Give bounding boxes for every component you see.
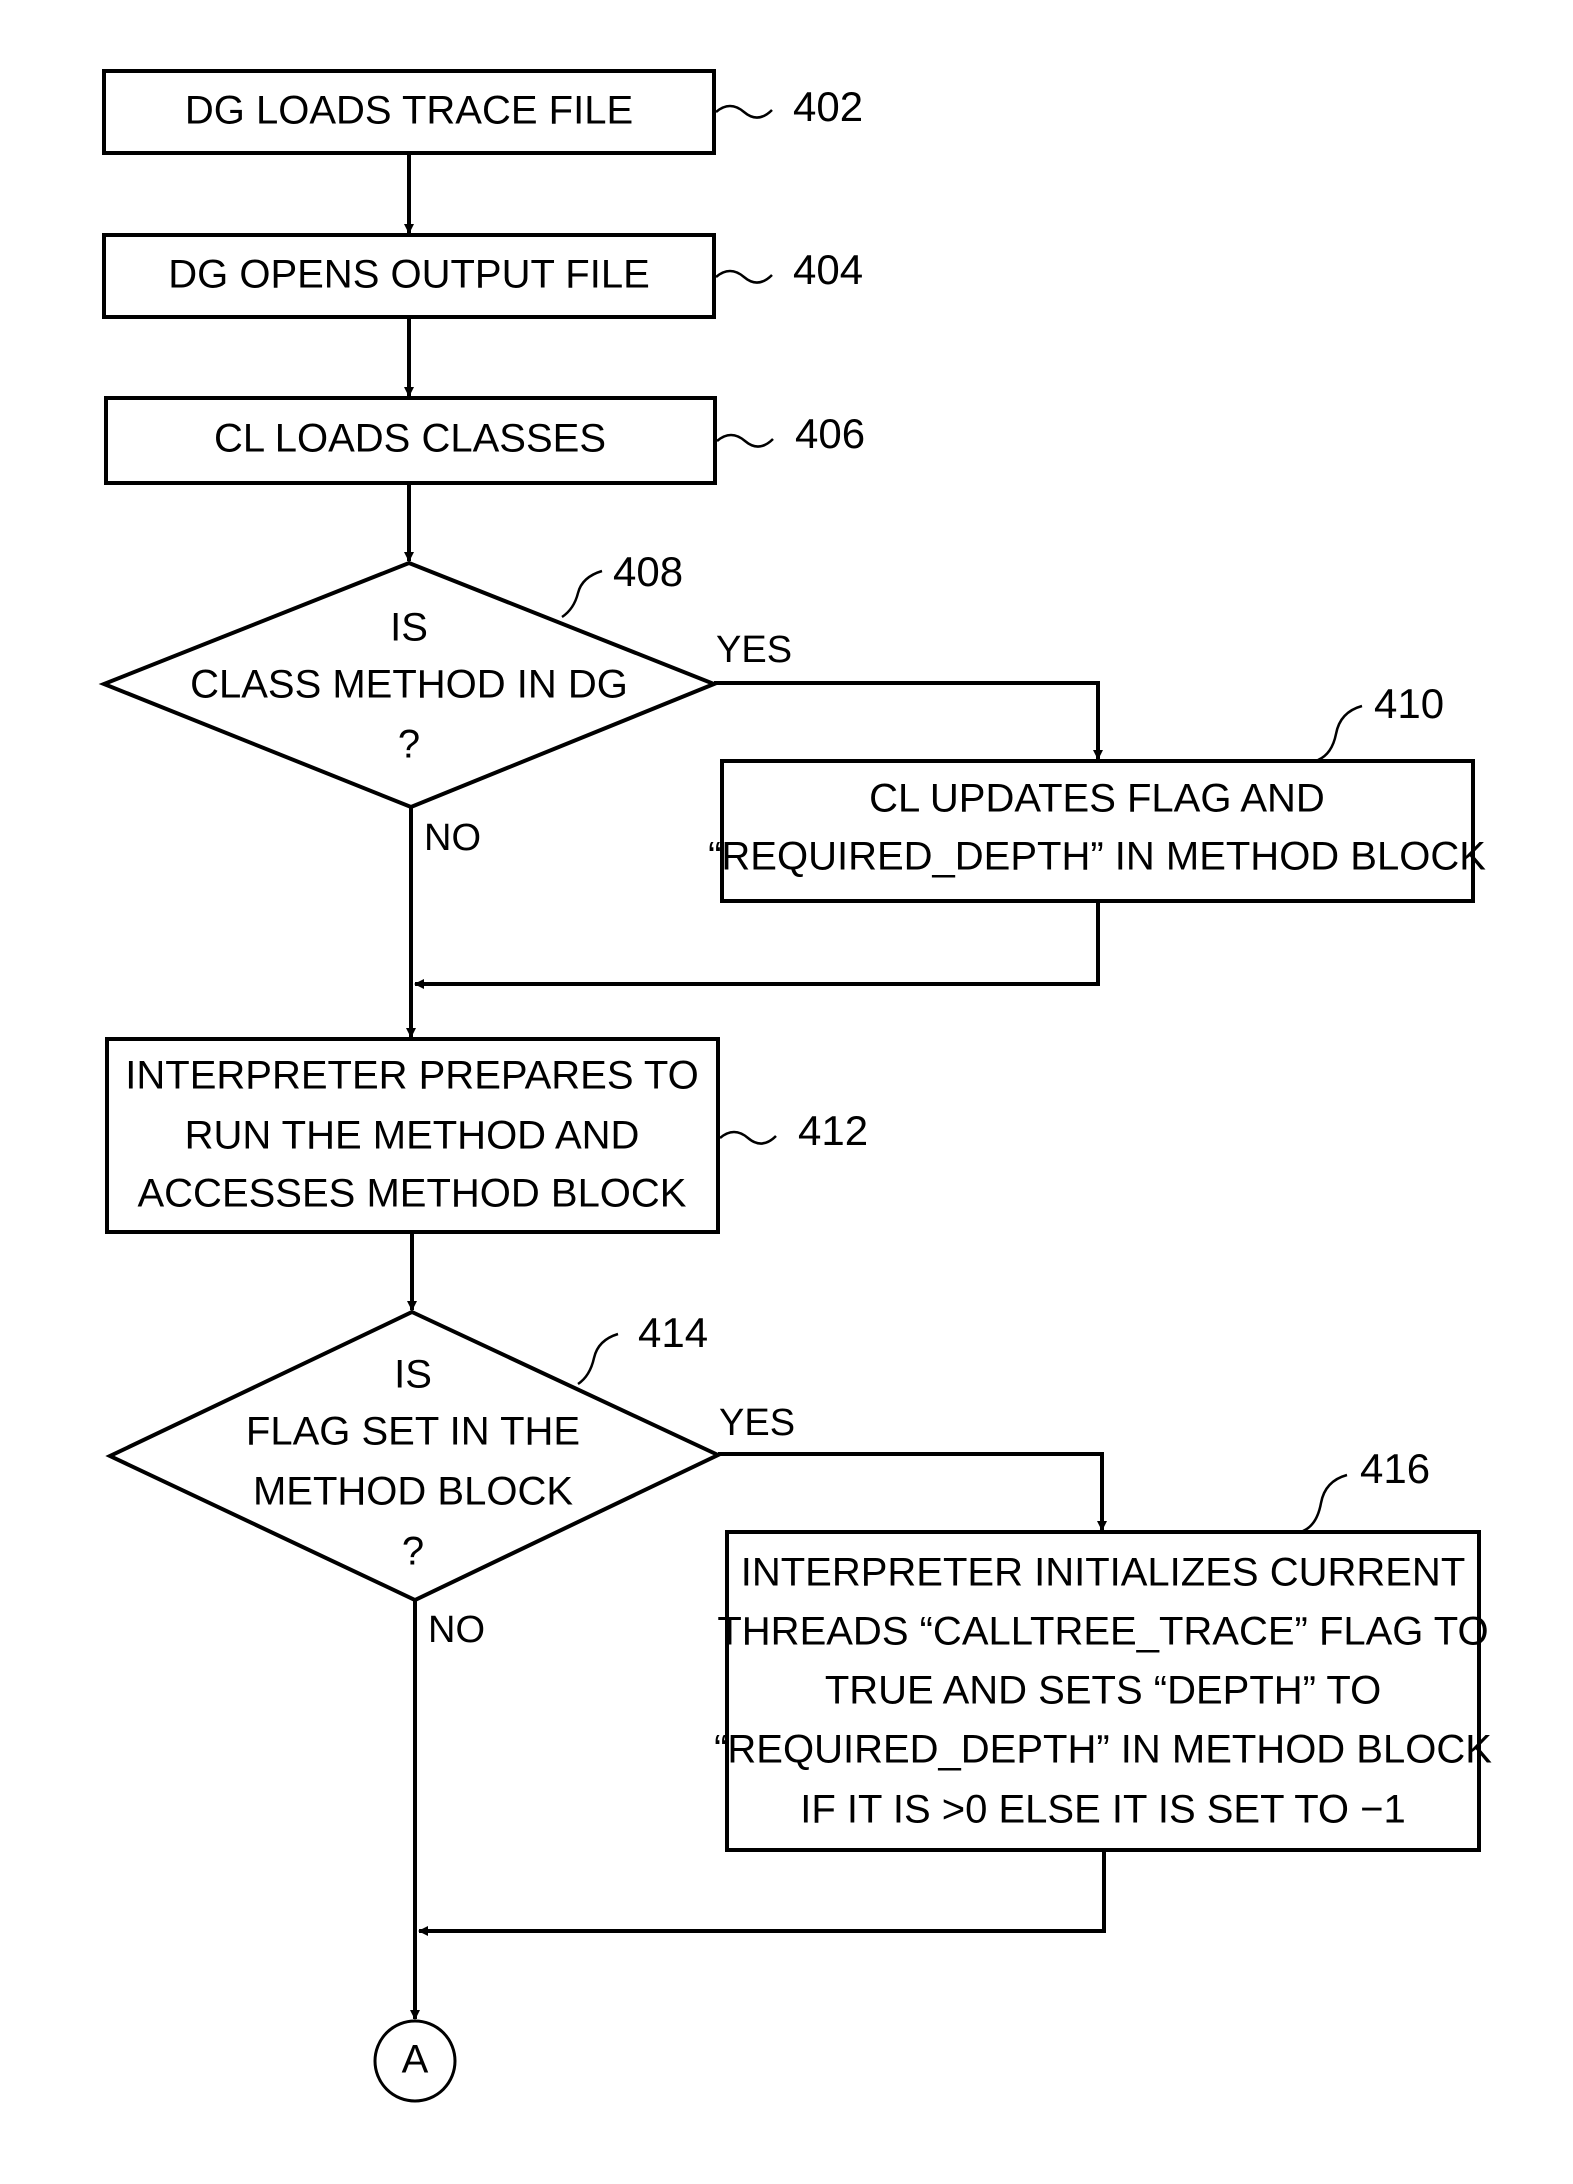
flowchart: DG LOADS TRACE FILE 402 DG OPENS OUTPUT … <box>98 69 1492 2103</box>
ref-404: 404 <box>793 246 863 293</box>
no-label-414: NO <box>428 1609 485 1651</box>
yes-label-414: YES <box>719 1402 795 1444</box>
arrow-408-yes-410 <box>714 681 1103 760</box>
diamond-408-line-2: CLASS METHOD IN DG <box>190 663 628 707</box>
box-416-line-2: THREADS “CALLTREE_TRACE” FLAG TO <box>717 1610 1488 1654</box>
ref-402: 402 <box>793 83 863 130</box>
box-416-line-3: TRUE AND SETS “DEPTH” TO <box>825 1669 1381 1713</box>
process-box-404: DG OPENS OUTPUT FILE <box>102 233 716 319</box>
box-416-line-4: “REQUIRED_DEPTH” IN METHOD BLOCK <box>714 1728 1492 1772</box>
leader-406 <box>716 433 774 448</box>
diamond-414-line-1: IS <box>394 1353 432 1397</box>
leader-412 <box>719 1130 777 1145</box>
process-box-402: DG LOADS TRACE FILE <box>102 69 716 155</box>
box-416-line-5: IF IT IS >0 ELSE IT IS SET TO −1 <box>800 1788 1405 1832</box>
arrow-410-412 <box>414 901 1100 989</box>
box-404-text: DG OPENS OUTPUT FILE <box>168 253 650 297</box>
leader-414 <box>577 1332 619 1386</box>
diamond-414-line-3: METHOD BLOCK <box>253 1470 573 1514</box>
diamond-408-line-3: ? <box>398 723 420 767</box>
arrow-414-yes-416 <box>718 1452 1107 1531</box>
box-410-line-1: CL UPDATES FLAG AND <box>869 777 1325 821</box>
ref-412: 412 <box>798 1107 868 1154</box>
decision-diamond-408: IS CLASS METHOD IN DG ? <box>98 560 720 810</box>
diamond-414-line-4: ? <box>402 1530 424 1574</box>
box-416-line-1: INTERPRETER INITIALIZES CURRENT <box>741 1551 1466 1595</box>
box-412-line-2: RUN THE METHOD AND <box>185 1114 640 1158</box>
leader-416 <box>1302 1473 1348 1533</box>
leader-404 <box>715 269 773 284</box>
diamond-408-line-1: IS <box>390 606 428 650</box>
process-box-412: INTERPRETER PREPARES TO RUN THE METHOD A… <box>105 1037 720 1234</box>
box-410-line-2: “REQUIRED_DEPTH” IN METHOD BLOCK <box>708 835 1486 879</box>
leader-402 <box>715 104 773 119</box>
box-412-line-3: ACCESSES METHOD BLOCK <box>137 1172 686 1216</box>
yes-label-408: YES <box>716 629 792 671</box>
ref-410: 410 <box>1374 680 1444 727</box>
ref-406: 406 <box>795 410 865 457</box>
box-402-text: DG LOADS TRACE FILE <box>185 89 633 133</box>
connector-A-label: A <box>402 2038 429 2082</box>
ref-416: 416 <box>1360 1445 1430 1492</box>
leader-410 <box>1317 704 1363 762</box>
arrow-416-A <box>418 1850 1106 1936</box>
diamond-414-line-2: FLAG SET IN THE <box>246 1410 580 1454</box>
box-406-text: CL LOADS CLASSES <box>214 417 606 461</box>
leader-408 <box>561 569 603 619</box>
ref-408: 408 <box>613 548 683 595</box>
process-box-406: CL LOADS CLASSES <box>104 396 717 485</box>
decision-diamond-414: IS FLAG SET IN THE METHOD BLOCK ? <box>105 1309 723 1603</box>
box-412-line-1: INTERPRETER PREPARES TO <box>125 1054 698 1098</box>
off-page-connector-A: A <box>373 2019 457 2103</box>
ref-414: 414 <box>638 1309 708 1356</box>
process-box-416: INTERPRETER INITIALIZES CURRENT THREADS … <box>714 1530 1492 1852</box>
no-label-408: NO <box>424 817 481 859</box>
process-box-410: CL UPDATES FLAG AND “REQUIRED_DEPTH” IN … <box>708 759 1486 903</box>
